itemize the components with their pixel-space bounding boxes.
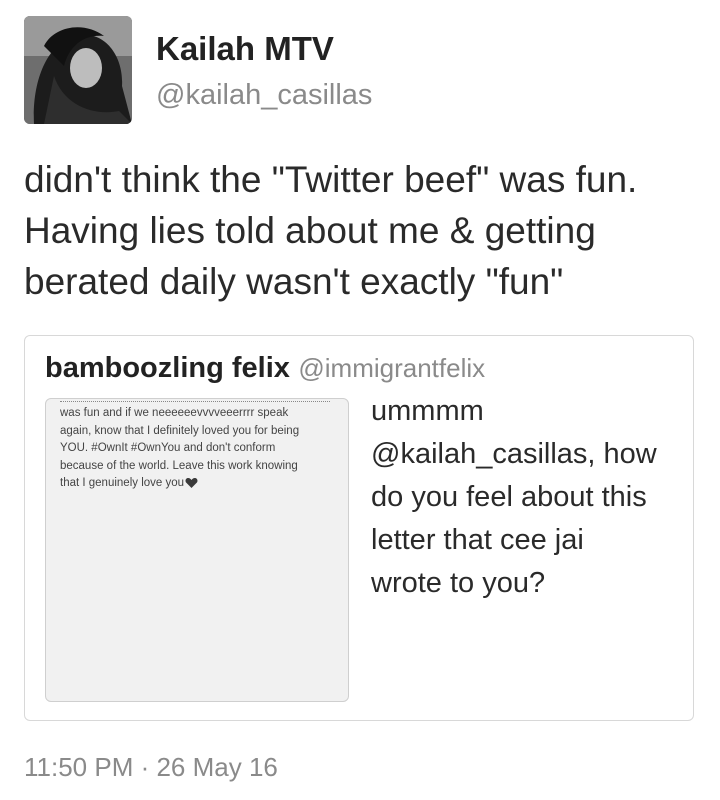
quoted-tweet-text: ummmm @kailah_casillas, how do you feel …: [371, 390, 691, 605]
letter-line: because of the world. Leave this work kn…: [60, 459, 298, 472]
letter-line: again, know that I definitely loved you …: [60, 424, 300, 437]
letter-line: was fun and if we neeeeeevvvveeerrrr spe…: [60, 407, 289, 419]
quoted-line: letter that cee jai: [371, 524, 584, 556]
letter-line: that I genuinely love you: [60, 477, 185, 489]
quoted-line: do you feel about this: [371, 481, 647, 513]
tweet-text: didn't think the "Twitter beef" was fun.…: [24, 154, 704, 307]
quoted-user-handle[interactable]: @immigrantfelix: [298, 353, 485, 383]
profile-photo-icon: [24, 16, 132, 124]
quoted-tweet-header: bamboozling felix @immigrantfelix: [45, 352, 485, 385]
letter-line-last: that I genuinely love you: [60, 475, 340, 493]
quoted-display-name[interactable]: bamboozling felix: [45, 352, 290, 384]
heart-icon: [185, 477, 198, 488]
letter-text: was fun and if we neeeeeevvvveeerrrr spe…: [60, 405, 340, 493]
tweet-line: Having lies told about me & getting: [24, 210, 596, 251]
quoted-tweet-image[interactable]: was fun and if we neeeeeevvvveeerrrr spe…: [45, 398, 349, 702]
quoted-tweet-card[interactable]: bamboozling felix @immigrantfelix was fu…: [24, 335, 694, 721]
display-name[interactable]: Kailah MTV: [156, 30, 334, 68]
cropped-text-line: [60, 399, 330, 402]
quoted-line: wrote to you?: [371, 567, 546, 599]
timestamp[interactable]: 11:50 PM · 26 May 16: [24, 752, 278, 783]
quoted-line: ummmm: [371, 395, 484, 427]
tweet-line: berated daily wasn't exactly "fun": [24, 261, 564, 302]
letter-line: YOU. #OwnIt #OwnYou and don't conform: [60, 442, 276, 454]
quoted-line: @kailah_casillas, how: [371, 438, 657, 470]
tweet-line: didn't think the "Twitter beef" was fun.: [24, 159, 638, 200]
user-handle[interactable]: @kailah_casillas: [156, 79, 372, 112]
avatar[interactable]: [24, 16, 132, 124]
